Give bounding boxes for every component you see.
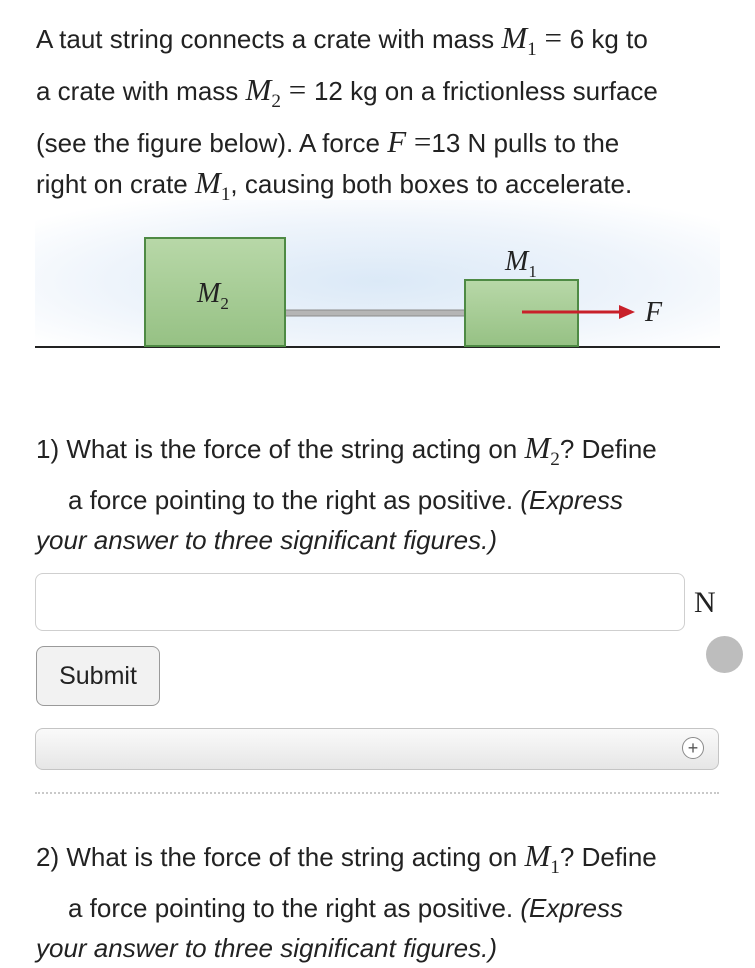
m1-symbol: M1 bbox=[524, 838, 560, 879]
m2-value: 12 kg on a frictionless surface bbox=[313, 76, 658, 107]
m2-symbol: M2 bbox=[245, 72, 281, 113]
problem-text: , causing both boxes to accelerate. bbox=[230, 169, 633, 200]
m1-symbol: M1 bbox=[194, 165, 231, 206]
string bbox=[284, 309, 466, 317]
m2-symbol: M2 bbox=[524, 430, 560, 471]
problem-text: (see the figure below). A force bbox=[36, 128, 388, 159]
answer-input[interactable] bbox=[35, 573, 685, 631]
figure-background bbox=[35, 200, 720, 348]
hint-panel[interactable]: + bbox=[35, 728, 719, 770]
instructions: (Express bbox=[520, 893, 623, 924]
question-text: ? Define bbox=[559, 842, 657, 872]
instructions: (Express bbox=[520, 485, 623, 516]
question-2: 2) What is the force of the string actin… bbox=[36, 836, 736, 968]
question-text: ? Define bbox=[559, 434, 657, 464]
submit-button[interactable]: Submit bbox=[36, 646, 160, 706]
equals-sign: = bbox=[406, 124, 432, 160]
force-label: F bbox=[644, 297, 663, 328]
plus-icon[interactable]: + bbox=[682, 737, 704, 759]
question-text: 1) What is the force of the string actin… bbox=[36, 434, 525, 464]
question-text: a force pointing to the right as positiv… bbox=[68, 485, 521, 516]
unit-label: N bbox=[694, 586, 716, 619]
question-text: 2) What is the force of the string actin… bbox=[36, 842, 525, 872]
force-value: 13 N pulls to the bbox=[431, 128, 620, 159]
force-symbol: F bbox=[387, 124, 407, 160]
problem-text: A taut string connects a crate with mass bbox=[36, 24, 502, 54]
status-indicator bbox=[706, 636, 743, 673]
equals-sign: = bbox=[280, 72, 314, 108]
problem-text: a crate with mass bbox=[36, 76, 246, 107]
problem-statement: A taut string connects a crate with mass… bbox=[36, 18, 736, 216]
instructions: your answer to three significant figures… bbox=[36, 525, 497, 556]
m1-symbol: M1 bbox=[501, 20, 537, 61]
m1-value: 6 kg to bbox=[569, 24, 648, 54]
crates-figure: M2 M1 F bbox=[35, 200, 720, 348]
problem-text: right on crate bbox=[36, 169, 195, 200]
equals-sign: = bbox=[536, 20, 570, 55]
question-text: a force pointing to the right as positiv… bbox=[68, 893, 521, 924]
divider bbox=[35, 792, 719, 794]
question-1: 1) What is the force of the string actin… bbox=[36, 428, 736, 560]
